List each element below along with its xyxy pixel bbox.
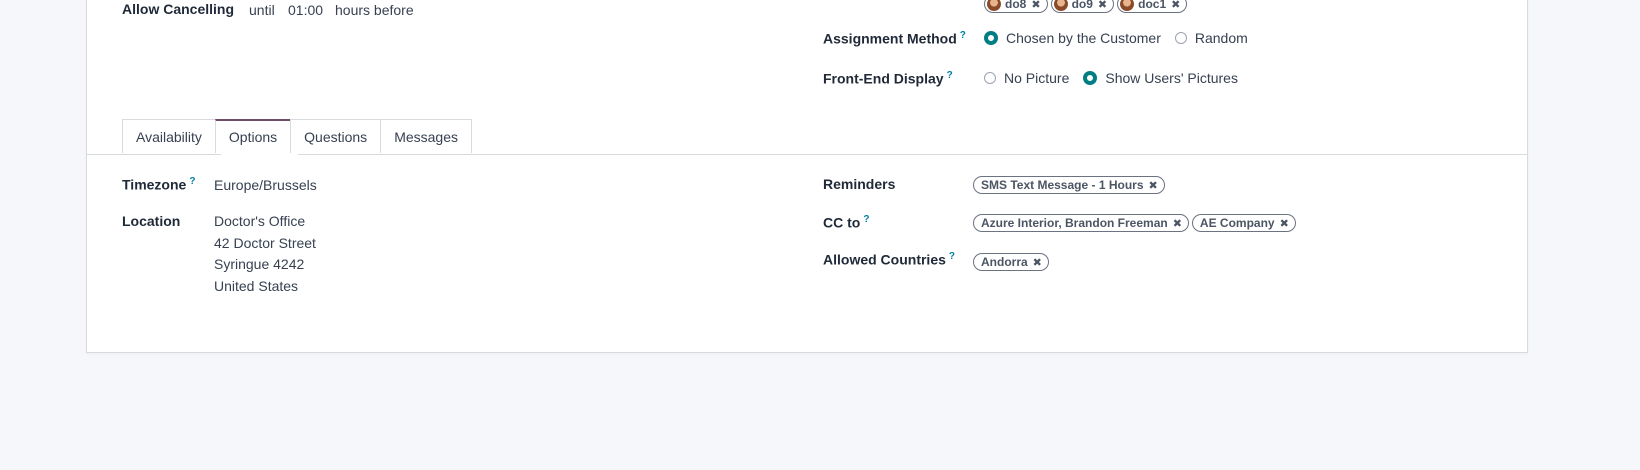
avatar xyxy=(987,0,1001,11)
cc-tag[interactable]: AE Company ✖ xyxy=(1191,214,1296,232)
remove-icon[interactable]: ✖ xyxy=(1171,0,1180,11)
help-icon[interactable]: ? xyxy=(949,251,955,262)
until-text: until xyxy=(249,2,275,18)
cancel-time-input[interactable]: 01:00 xyxy=(288,2,323,18)
active-tab-gap xyxy=(221,154,298,155)
remove-icon[interactable]: ✖ xyxy=(1033,256,1042,269)
reminders-label: Reminders xyxy=(823,176,896,192)
staff-tag[interactable]: do8 ✖ xyxy=(984,0,1048,13)
remove-icon[interactable]: ✖ xyxy=(1280,217,1289,230)
reminder-tag[interactable]: SMS Text Message - 1 Hours ✖ xyxy=(973,176,1165,194)
allowed-countries-label: Allowed Countries? xyxy=(823,251,956,268)
remove-icon[interactable]: ✖ xyxy=(1098,0,1107,11)
tab-options[interactable]: Options xyxy=(214,119,292,153)
reminders-tags: SMS Text Message - 1 Hours ✖ xyxy=(973,176,1168,194)
radio-show-users-pictures[interactable]: Show Users' Pictures xyxy=(1083,70,1238,86)
radio-chosen-by-customer[interactable]: Chosen by the Customer xyxy=(984,30,1161,46)
radio-unchecked-icon xyxy=(1174,32,1187,44)
staff-tag[interactable]: do9 ✖ xyxy=(1050,0,1115,13)
front-end-display-radio: No Picture Show Users' Pictures xyxy=(984,70,1252,86)
hours-before-text: hours before xyxy=(335,2,414,18)
allow-cancelling-label: Allow Cancelling xyxy=(122,1,235,17)
location-line: Syringue 4242 xyxy=(214,256,305,272)
front-end-display-label: Front-End Display? xyxy=(823,70,953,87)
tab-availability[interactable]: Availability xyxy=(122,119,216,153)
staff-tags: do8 ✖ do9 ✖ doc1 ✖ xyxy=(984,0,1190,13)
remove-icon[interactable]: ✖ xyxy=(1173,217,1182,230)
tab-messages[interactable]: Messages xyxy=(380,119,472,153)
assignment-method-label: Assignment Method? xyxy=(823,30,966,47)
location-field[interactable]: Doctor's Office 42 Doctor Street Syringu… xyxy=(214,211,316,297)
help-icon[interactable]: ? xyxy=(960,30,966,41)
help-icon[interactable]: ? xyxy=(863,214,869,225)
notebook-tabs: Availability Options Questions Messages xyxy=(122,119,472,153)
cc-tags: Azure Interior, Brandon Freeman ✖ AE Com… xyxy=(973,214,1299,232)
help-icon[interactable]: ? xyxy=(189,176,195,187)
staff-tag[interactable]: doc1 ✖ xyxy=(1117,0,1188,13)
radio-checked-icon xyxy=(984,31,998,45)
radio-no-picture[interactable]: No Picture xyxy=(984,70,1069,86)
assignment-method-radio: Chosen by the Customer Random xyxy=(984,30,1262,46)
location-label: Location xyxy=(122,213,181,229)
timezone-field[interactable]: Europe/Brussels xyxy=(214,177,317,193)
help-icon[interactable]: ? xyxy=(947,70,953,81)
cc-to-label: CC to? xyxy=(823,214,870,231)
avatar xyxy=(1120,0,1135,11)
tab-divider xyxy=(87,154,1527,155)
location-line: United States xyxy=(214,277,299,294)
avatar xyxy=(1053,0,1068,11)
remove-icon[interactable]: ✖ xyxy=(1149,179,1158,192)
tab-questions[interactable]: Questions xyxy=(290,119,382,153)
cc-tag[interactable]: Azure Interior, Brandon Freeman ✖ xyxy=(973,214,1189,232)
allowed-countries-tags: Andorra ✖ xyxy=(973,253,1052,271)
country-tag[interactable]: Andorra ✖ xyxy=(973,253,1049,271)
location-line: Doctor's Office xyxy=(214,213,306,229)
remove-icon[interactable]: ✖ xyxy=(1031,0,1040,11)
radio-unchecked-icon xyxy=(984,72,996,84)
radio-random[interactable]: Random xyxy=(1174,30,1248,46)
radio-checked-icon xyxy=(1083,71,1098,85)
location-line: 42 Doctor Street xyxy=(214,234,316,251)
timezone-label: Timezone? xyxy=(122,176,196,193)
